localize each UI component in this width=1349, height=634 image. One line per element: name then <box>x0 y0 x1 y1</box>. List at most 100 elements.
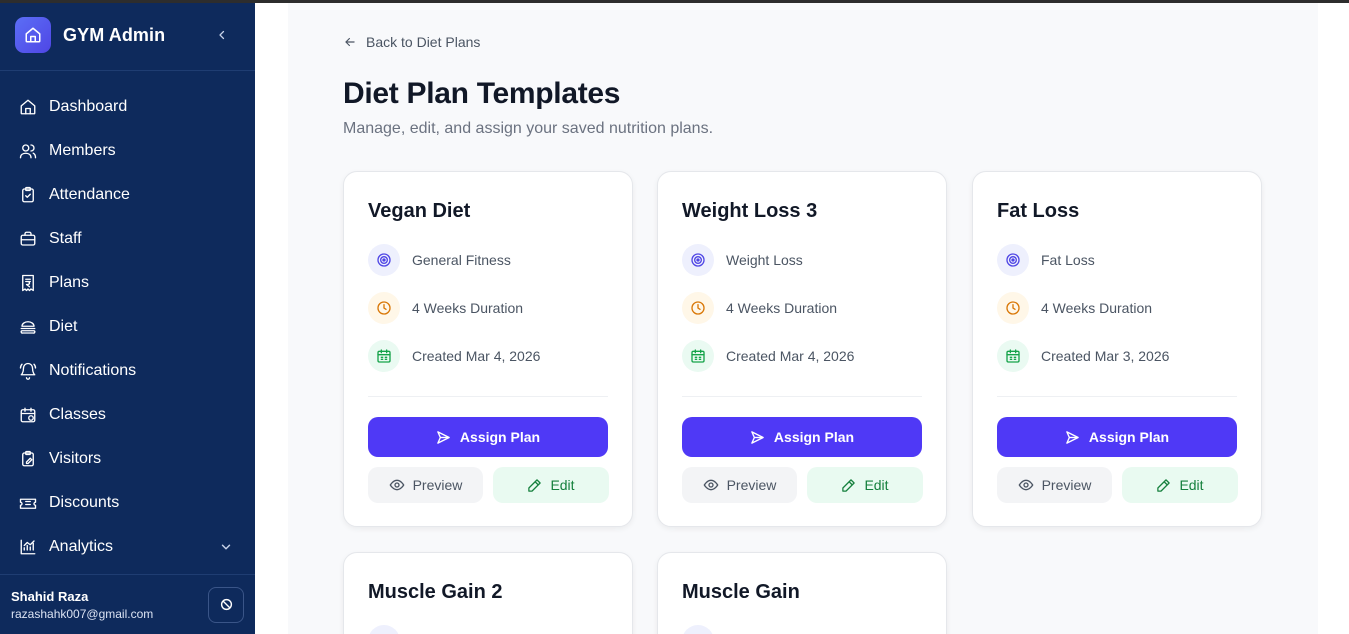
plan-duration-text: 4 Weeks Duration <box>726 300 838 316</box>
plan-goal <box>368 625 412 634</box>
plan-duration: 4 Weeks Duration <box>368 292 523 324</box>
plan-goal: Fat Loss <box>997 244 1095 276</box>
clipboard-pen-icon <box>18 449 38 469</box>
card-title: Fat Loss <box>997 200 1080 222</box>
sidebar-item-plans[interactable]: Plans <box>0 261 255 305</box>
users-icon <box>18 141 38 161</box>
plan-goal-text: General Fitness <box>412 252 511 268</box>
target-icon <box>682 625 714 634</box>
user-panel: Shahid Raza razashahk007@gmail.com <box>0 574 255 634</box>
sidebar-item-diet[interactable]: Diet <box>0 305 255 349</box>
preview-button[interactable]: Preview <box>997 467 1112 503</box>
plan-goal: General Fitness <box>368 244 511 276</box>
ticket-icon <box>18 493 38 513</box>
brand-header: GYM Admin <box>0 0 255 71</box>
calendar-icon <box>997 340 1029 372</box>
calendar-icon <box>682 340 714 372</box>
plan-created: Created Mar 3, 2026 <box>997 340 1169 372</box>
diet-plan-card: Vegan Diet General Fitness 4 Weeks Durat… <box>343 171 633 527</box>
sidebar-item-dashboard[interactable]: Dashboard <box>0 85 255 129</box>
sidebar-item-label: Visitors <box>49 450 102 467</box>
plan-duration-text: 4 Weeks Duration <box>1041 300 1153 316</box>
edit-button[interactable]: Edit <box>807 467 923 503</box>
sidebar-item-label: Dashboard <box>49 98 128 115</box>
preview-button[interactable]: Preview <box>682 467 797 503</box>
arrow-left-icon <box>345 37 355 47</box>
assign-plan-button[interactable]: Assign Plan <box>682 417 922 457</box>
page-title: Diet Plan Templates <box>343 77 621 110</box>
sidebar-item-discounts[interactable]: Discounts <box>0 481 255 525</box>
diet-plan-card: Muscle Gain <box>657 552 947 634</box>
clock-icon <box>682 292 714 324</box>
plan-created-text: Created Mar 3, 2026 <box>1041 348 1170 364</box>
preview-label: Preview <box>412 477 463 493</box>
calendar-icon <box>18 405 38 425</box>
back-to-diet-plans-link[interactable]: Back to Diet Plans <box>343 34 480 50</box>
chart-icon <box>18 537 38 557</box>
diet-plan-card: Muscle Gain 2 <box>343 552 633 634</box>
send-icon <box>437 430 450 444</box>
plan-goal-text: Weight Loss <box>726 252 803 268</box>
assign-plan-button[interactable]: Assign Plan <box>368 417 608 457</box>
sidebar-item-label: Staff <box>49 230 82 247</box>
preview-label: Preview <box>1041 477 1092 493</box>
sidebar-item-analytics[interactable]: Analytics <box>0 525 255 569</box>
send-icon <box>1066 430 1079 444</box>
logout-button[interactable] <box>208 586 244 623</box>
sidebar-item-label: Analytics <box>49 538 114 555</box>
briefcase-icon <box>18 229 38 249</box>
pencil-icon <box>1157 478 1171 492</box>
plan-duration: 4 Weeks Duration <box>682 292 837 324</box>
card-divider <box>997 396 1237 397</box>
sidebar-item-label: Notifications <box>49 362 137 379</box>
edit-label: Edit <box>864 477 889 493</box>
sidebar-item-attendance[interactable]: Attendance <box>0 173 255 217</box>
bell-icon <box>18 361 38 381</box>
sidebar-item-label: Classes <box>49 406 106 423</box>
send-icon <box>751 430 764 444</box>
assign-plan-label: Assign Plan <box>459 429 541 445</box>
plan-goal-text: Fat Loss <box>1041 252 1095 268</box>
chevron-left-icon <box>219 30 225 40</box>
diet-plan-card: Fat Loss Fat Loss 4 Weeks Duration Creat… <box>972 171 1262 527</box>
app-title: GYM Admin <box>63 24 166 45</box>
plan-created: Created Mar 4, 2026 <box>368 340 540 372</box>
home-icon <box>18 97 38 117</box>
card-title: Vegan Diet <box>368 200 471 222</box>
eye-icon <box>1018 479 1034 491</box>
diet-plan-card: Weight Loss 3 Weight Loss 4 Weeks Durati… <box>657 171 947 527</box>
edit-label: Edit <box>1179 477 1204 493</box>
sidebar-item-label: Discounts <box>49 494 120 511</box>
collapse-sidebar-button[interactable] <box>212 25 232 45</box>
plan-created: Created Mar 4, 2026 <box>682 340 854 372</box>
sidebar-item-visitors[interactable]: Visitors <box>0 437 255 481</box>
sidebar-item-staff[interactable]: Staff <box>0 217 255 261</box>
sidebar: GYM Admin Dashboard Members Attendance S… <box>0 0 255 634</box>
clipboard-check-icon <box>18 185 38 205</box>
burger-icon <box>18 317 38 337</box>
preview-button[interactable]: Preview <box>368 467 483 503</box>
window-top-border <box>0 0 1349 3</box>
sidebar-item-notifications[interactable]: Notifications <box>0 349 255 393</box>
sidebar-item-classes[interactable]: Classes <box>0 393 255 437</box>
calendar-icon <box>368 340 400 372</box>
eye-icon <box>703 479 719 491</box>
card-divider <box>368 396 608 397</box>
edit-button[interactable]: Edit <box>493 467 609 503</box>
card-divider <box>682 396 922 397</box>
assign-plan-button[interactable]: Assign Plan <box>997 417 1237 457</box>
chevron-down-icon <box>219 540 233 554</box>
assign-plan-label: Assign Plan <box>1088 429 1170 445</box>
target-icon <box>997 244 1029 276</box>
edit-label: Edit <box>550 477 575 493</box>
page-subtitle: Manage, edit, and assign your saved nutr… <box>343 120 714 137</box>
sidebar-nav: Dashboard Members Attendance Staff Plans… <box>0 71 255 569</box>
clock-icon <box>368 292 400 324</box>
user-name: Shahid Raza <box>11 588 89 604</box>
card-title: Weight Loss 3 <box>682 200 818 222</box>
eye-icon <box>389 479 405 491</box>
edit-button[interactable]: Edit <box>1122 467 1238 503</box>
pencil-icon <box>842 478 856 492</box>
sidebar-item-members[interactable]: Members <box>0 129 255 173</box>
assign-plan-label: Assign Plan <box>773 429 855 445</box>
